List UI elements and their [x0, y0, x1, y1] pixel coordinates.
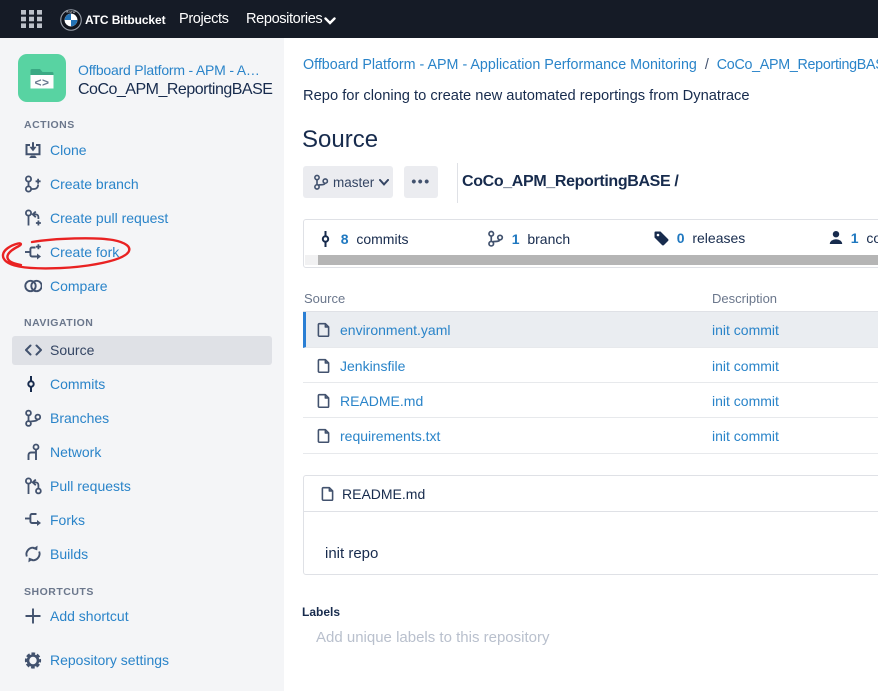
svg-text:B M W: B M W [67, 10, 76, 14]
svg-text:<>: <> [34, 75, 49, 89]
